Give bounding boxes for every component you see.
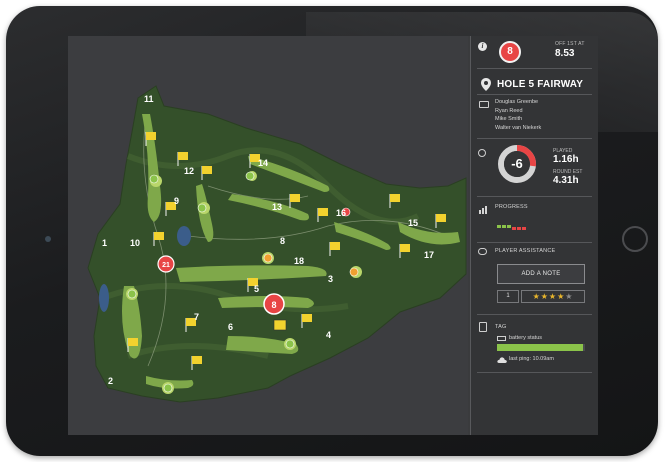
location-pin-icon (481, 78, 491, 91)
battery-label: battery status (509, 335, 543, 341)
position-pin (245, 171, 255, 181)
player-name: Ryan Reed (495, 107, 523, 114)
rating-stars[interactable]: ★★★★★ (521, 290, 585, 303)
hole-number: 7 (194, 312, 199, 322)
progress-segment (502, 225, 506, 228)
location-text: HOLE 5 FAIRWAY (497, 79, 584, 90)
score-value: -6 (511, 156, 523, 171)
hole-number: 9 (174, 196, 179, 206)
svg-text:21: 21 (162, 262, 170, 269)
hole-number: 10 (130, 238, 140, 248)
cloud-upload-icon (497, 357, 507, 363)
progress-segment (517, 227, 521, 230)
divider (477, 242, 592, 243)
camera (45, 236, 51, 242)
info-icon[interactable]: i (478, 42, 487, 51)
hole-number: 6 (228, 322, 233, 332)
battery-icon (497, 336, 506, 341)
position-pin (285, 339, 295, 349)
progress-label: PROGRESS (495, 204, 528, 210)
players-list: Douglas Greenbe Ryan Reed Mike Smith Wal… (495, 98, 541, 132)
divider (477, 314, 592, 315)
chat-bubble-icon (478, 248, 487, 255)
position-pin (197, 203, 207, 213)
divider (477, 196, 592, 197)
battery-fill (497, 344, 584, 351)
divider (477, 68, 592, 69)
course-map[interactable]: 8 21 1 2 3 4 5 6 7 8 9 10 11 12 13 14 15… (68, 36, 468, 435)
position-pin (149, 174, 159, 184)
progress-indicator (497, 225, 526, 230)
group-detail-panel: i 8 OFF 1ST AT 8.53 HOLE 5 FAIRWAY Dougl… (470, 36, 598, 435)
rating-number-field[interactable]: 1 (497, 290, 519, 303)
hole-number: 14 (258, 158, 268, 168)
assistance-label: PLAYER ASSISTANCE (495, 248, 556, 254)
star-icon[interactable]: ★ (549, 292, 557, 301)
played-value: 1.16h (553, 154, 579, 165)
group-marker[interactable]: 21 (157, 255, 175, 273)
hole-number: 12 (184, 166, 194, 176)
position-pin (349, 267, 359, 277)
star-icon[interactable]: ★ (565, 292, 573, 301)
hole-number: 8 (280, 236, 285, 246)
group-marker[interactable]: 8 (263, 293, 285, 315)
add-note-button[interactable]: ADD A NOTE (497, 264, 585, 284)
players-icon (479, 101, 489, 108)
off-first-label: OFF 1ST AT (555, 41, 585, 47)
svg-text:8: 8 (271, 300, 276, 310)
bar-chart-icon (479, 206, 487, 214)
cart-icon (273, 319, 287, 331)
battery-bar (497, 344, 585, 351)
group-number-badge: 8 (499, 41, 521, 63)
star-icon[interactable]: ★ (533, 292, 541, 301)
divider (477, 138, 592, 139)
hole-number: 1 (102, 238, 107, 248)
off-first-time: 8.53 (555, 48, 575, 59)
divider (477, 94, 592, 95)
hole-number: 15 (408, 218, 418, 228)
hole-number: 3 (328, 274, 333, 284)
tag-device-icon (479, 322, 487, 332)
round-est-value: 4.31h (553, 175, 579, 186)
player-name: Douglas Greenbe (495, 99, 539, 105)
progress-segment (522, 227, 526, 230)
home-button[interactable] (622, 226, 648, 252)
progress-segment (497, 225, 501, 228)
position-pin (163, 383, 173, 393)
hole-number: 17 (424, 250, 434, 260)
last-ping-label: last ping: 10.09am (509, 356, 554, 362)
hole-number: 13 (272, 202, 282, 212)
hole-number: 2 (108, 376, 113, 386)
position-pin (263, 253, 273, 263)
tag-label: TAG (495, 324, 507, 330)
course-map-svg: 8 21 1 2 3 4 5 6 7 8 9 10 11 12 13 14 15… (87, 85, 467, 403)
stopwatch-icon (478, 149, 486, 157)
progress-segment (512, 227, 516, 230)
hole-number: 4 (326, 330, 331, 340)
player-name: Mike Smith (495, 116, 523, 123)
hole-number: 18 (294, 256, 304, 266)
hole-number: 16 (336, 208, 346, 218)
divider (477, 372, 592, 373)
water-hazard (177, 226, 191, 246)
star-icon[interactable]: ★ (541, 292, 549, 301)
hole-number: 5 (254, 284, 259, 294)
player-name: Walter van Niekerk (495, 124, 542, 131)
progress-segment (507, 225, 511, 228)
position-pin (127, 289, 137, 299)
water-hazard (99, 284, 109, 312)
hole-number: 11 (144, 94, 154, 104)
app-screen: 8 21 1 2 3 4 5 6 7 8 9 10 11 12 13 14 15… (68, 36, 598, 435)
